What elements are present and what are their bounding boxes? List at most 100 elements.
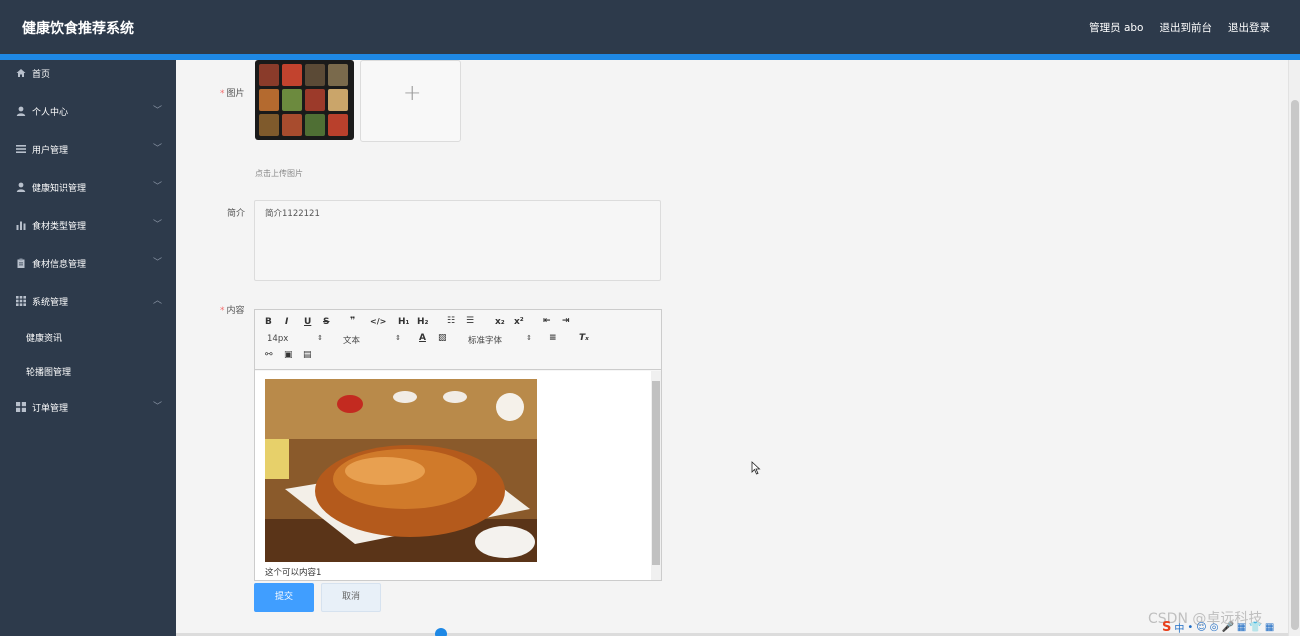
font-size-select[interactable]: 14px ⇕ (267, 334, 323, 344)
sidebar-subitem-label: 轮播图管理 (26, 368, 72, 378)
clear-format-icon[interactable]: Tₓ (579, 333, 589, 343)
sidebar-subitem-label: 健康资讯 (26, 334, 63, 344)
punctuation-icon[interactable]: • (1187, 622, 1193, 633)
chevron-down-icon: ﹀ (152, 182, 162, 192)
uploaded-image-thumbnail[interactable] (255, 60, 354, 140)
user-icon (16, 182, 26, 192)
sidebar-item-health-knowledge[interactable]: 健康知识管理 ﹀ (0, 174, 176, 200)
code-block-icon[interactable]: </> (370, 317, 386, 326)
outdent-icon[interactable]: ⇤ (543, 316, 551, 326)
indent-icon[interactable]: ⇥ (562, 316, 570, 326)
clipboard-icon (17, 258, 25, 268)
user-icon (16, 106, 26, 116)
sidebar-item-users[interactable]: 用户管理 ﹀ (0, 136, 176, 162)
ordered-list-icon[interactable]: ☷ (447, 316, 455, 326)
underline-icon[interactable]: U (304, 317, 311, 327)
sidebar-item-ingredient-info[interactable]: 食材信息管理 ﹀ (0, 250, 176, 276)
chevron-down-icon: ﹀ (152, 106, 162, 116)
heading1-icon[interactable]: H₁ (398, 317, 409, 327)
rich-text-editor[interactable]: B I U S ❞ </> H₁ H₂ ☷ ☰ x₂ x² ⇤ ⇥ 14px ⇕ … (254, 309, 662, 581)
select-arrows-icon: ⇕ (526, 334, 532, 342)
chevron-down-icon: ﹀ (152, 220, 162, 230)
image-field-label: * 图片 (220, 89, 245, 99)
submit-button[interactable]: 提交 (254, 583, 314, 612)
header-actions: 管理员 abo 退出到前台 退出登录 (1089, 20, 1270, 35)
editor-scrollbar-thumb[interactable] (652, 381, 660, 565)
editor-toolbar: B I U S ❞ </> H₁ H₂ ☷ ☰ x₂ x² ⇤ ⇥ 14px ⇕ … (255, 310, 661, 370)
sidebar-item-label: 系统管理 (32, 298, 69, 308)
emoji-icon[interactable]: ☺ (1196, 622, 1206, 633)
skin-icon[interactable]: 👕 (1249, 622, 1261, 633)
admin-label: 管理员 abo (1089, 22, 1144, 34)
sidebar-item-system[interactable]: 系统管理 ︿ (0, 288, 176, 314)
image-icon[interactable]: ▣ (284, 350, 293, 360)
editor-content-area[interactable]: 这个可以内容1 (255, 371, 651, 580)
sidebar-item-label: 食材信息管理 (32, 260, 87, 270)
sidebar-item-label: 食材类型管理 (32, 222, 87, 232)
sogou-icon[interactable]: S (1162, 620, 1171, 635)
roast-duck-image (265, 379, 537, 562)
image-upload-button[interactable]: + (360, 60, 461, 142)
sidebar-item-label: 订单管理 (32, 404, 69, 414)
scrollbar-thumb[interactable] (1291, 100, 1299, 630)
intro-field-label: 简介 (227, 209, 246, 219)
sidebar-item-home[interactable]: 首页 (0, 60, 176, 86)
logout-link[interactable]: 退出登录 (1228, 20, 1270, 35)
background-color-icon[interactable]: ▨ (438, 333, 447, 343)
sidebar-subitem-carousel[interactable]: 轮播图管理 (0, 359, 176, 383)
upload-hint: 点击上传图片 (255, 169, 303, 178)
sidebar-item-orders[interactable]: 订单管理 ﹀ (0, 394, 176, 420)
text-type-select[interactable]: 文本 ⇕ (343, 334, 401, 346)
sidebar-item-label: 健康知识管理 (32, 184, 87, 194)
sidebar-item-label: 首页 (32, 70, 51, 80)
link-icon[interactable]: ⚯ (265, 350, 273, 360)
strikethrough-icon[interactable]: S (323, 317, 329, 327)
grid-icon (16, 296, 26, 306)
sidebar-item-ingredient-types[interactable]: 食材类型管理 ﹀ (0, 212, 176, 238)
app-title: 健康饮食推荐系统 (22, 21, 134, 37)
text-color-icon[interactable]: A (419, 333, 426, 343)
select-arrows-icon: ⇕ (395, 334, 401, 342)
chinese-mode-icon[interactable]: 中 (1174, 620, 1184, 635)
editor-scrollbar[interactable] (651, 371, 661, 580)
top-header: 健康饮食推荐系统 管理员 abo 退出到前台 退出登录 (0, 0, 1300, 54)
bullet-list-icon[interactable]: ☰ (466, 316, 474, 326)
superscript-icon[interactable]: x² (514, 317, 524, 327)
sidebar-item-label: 个人中心 (32, 108, 69, 118)
horizontal-scroll-handle[interactable] (435, 628, 447, 636)
microphone-icon[interactable]: 🎤 (1221, 622, 1233, 633)
editor-text: 这个可以内容1 (265, 568, 322, 578)
list-icon (16, 145, 26, 153)
cancel-button[interactable]: 取消 (321, 583, 381, 612)
blockquote-icon[interactable]: ❞ (350, 316, 355, 326)
italic-icon[interactable]: I (285, 317, 288, 327)
toolbox-icon[interactable]: ▦ (1265, 622, 1274, 633)
home-icon (16, 69, 26, 77)
chevron-down-icon: ﹀ (152, 402, 162, 412)
align-icon[interactable]: ≡ (549, 333, 557, 343)
heading2-icon[interactable]: H₂ (417, 317, 428, 327)
content-field-label: * 内容 (220, 306, 245, 316)
sidebar-subitem-health-news[interactable]: 健康资讯 (0, 325, 176, 349)
video-icon[interactable]: ▤ (303, 350, 312, 360)
settings-icon[interactable]: ◎ (1210, 622, 1219, 633)
select-arrows-icon: ⇕ (317, 334, 323, 342)
chevron-down-icon: ﹀ (152, 144, 162, 154)
font-family-select[interactable]: 标准字体 ⇕ (468, 334, 532, 346)
bar-chart-icon (16, 221, 26, 230)
bold-icon[interactable]: B (265, 317, 272, 327)
ime-tray: S 中 • ☺ ◎ 🎤 ▦ 👕 ▦ (1162, 618, 1300, 636)
keyboard-icon[interactable]: ▦ (1237, 622, 1246, 633)
sidebar-item-label: 用户管理 (32, 146, 69, 156)
sidebar-item-personal[interactable]: 个人中心 ﹀ (0, 98, 176, 124)
page-scrollbar[interactable] (1288, 60, 1300, 636)
mouse-cursor-icon (751, 461, 761, 475)
back-to-front-link[interactable]: 退出到前台 (1160, 20, 1213, 35)
intro-textarea[interactable]: 简介1122121 (254, 200, 661, 281)
sidebar: 首页 个人中心 ﹀ 用户管理 ﹀ 健康知识管理 ﹀ 食材类型管理 ﹀ 食材信息管… (0, 60, 176, 636)
grid-icon (16, 402, 26, 412)
chevron-up-icon: ︿ (152, 296, 162, 306)
chevron-down-icon: ﹀ (152, 258, 162, 268)
subscript-icon[interactable]: x₂ (495, 317, 505, 327)
plus-icon: + (403, 81, 422, 106)
